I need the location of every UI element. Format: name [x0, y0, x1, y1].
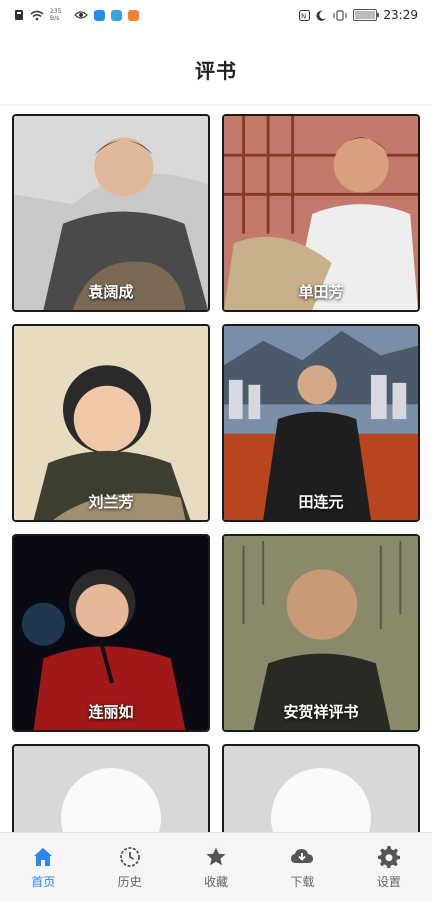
- storyteller-name: 单田芳: [298, 283, 344, 301]
- status-bar: 235 B/s N 23:29: [0, 0, 432, 34]
- avatar-placeholder: [271, 768, 371, 832]
- storyteller-card[interactable]: 安贺祥评书: [222, 534, 420, 732]
- storyteller-name: 袁阔成: [88, 283, 134, 301]
- nav-item-downloads[interactable]: 下载: [259, 833, 345, 901]
- page-title: 评书: [195, 58, 237, 83]
- bottom-nav: 首页 历史 收藏 下载 设置: [0, 832, 432, 901]
- avatar-placeholder: [61, 768, 161, 832]
- storyteller-card-loading[interactable]: [222, 744, 420, 832]
- eye-icon: [74, 11, 88, 19]
- network-speed: 235 B/s: [50, 8, 68, 22]
- storyteller-grid: 袁阔成 单田芳 刘兰芳 田连元 连丽如 安贺祥评书: [12, 114, 422, 832]
- storyteller-name: 田连元: [298, 493, 344, 511]
- vibrate-icon: [333, 10, 347, 20]
- network-speed-value: 235: [50, 8, 62, 15]
- header: 评书: [0, 34, 432, 105]
- nav-item-home[interactable]: 首页: [0, 833, 86, 901]
- nav-label: 首页: [31, 874, 56, 889]
- svg-text:N: N: [301, 12, 306, 20]
- nav-item-favorites[interactable]: 收藏: [173, 833, 259, 901]
- gear-icon: [377, 845, 400, 868]
- clock-icon: [119, 846, 140, 867]
- wifi-icon: [30, 10, 44, 20]
- storyteller-card[interactable]: 袁阔成: [12, 114, 210, 312]
- battery-fill: [355, 11, 376, 19]
- nav-label: 历史: [117, 874, 142, 889]
- status-bar-left: 235 B/s: [14, 8, 139, 22]
- status-time: 23:29: [383, 8, 418, 22]
- nav-item-settings[interactable]: 设置: [346, 833, 432, 901]
- status-bar-right: N 23:29: [299, 8, 418, 22]
- app-notification-icon: [111, 9, 122, 21]
- notification-icon: [15, 10, 23, 20]
- cloud-download-icon: [291, 848, 314, 863]
- storyteller-card[interactable]: 单田芳: [222, 114, 420, 312]
- moon-icon: [316, 10, 327, 21]
- home-icon: [34, 847, 53, 866]
- nav-label: 收藏: [204, 874, 229, 889]
- nav-label: 下载: [290, 874, 315, 889]
- app-notification-icon: [94, 9, 105, 21]
- nfc-icon: N: [299, 9, 311, 21]
- network-speed-unit: B/s: [50, 15, 60, 22]
- storyteller-name: 安贺祥评书: [283, 703, 359, 721]
- storyteller-card-loading[interactable]: [12, 744, 210, 832]
- nav-item-history[interactable]: 历史: [86, 833, 172, 901]
- storyteller-card[interactable]: 连丽如: [12, 534, 210, 732]
- nav-label: 设置: [376, 874, 401, 889]
- storyteller-card[interactable]: 田连元: [222, 324, 420, 522]
- storyteller-name: 刘兰芳: [88, 493, 134, 511]
- storyteller-name: 连丽如: [88, 703, 134, 721]
- app-notification-icon: [128, 9, 139, 21]
- battery-icon: [353, 9, 380, 21]
- star-icon: [206, 847, 226, 865]
- storyteller-card[interactable]: 刘兰芳: [12, 324, 210, 522]
